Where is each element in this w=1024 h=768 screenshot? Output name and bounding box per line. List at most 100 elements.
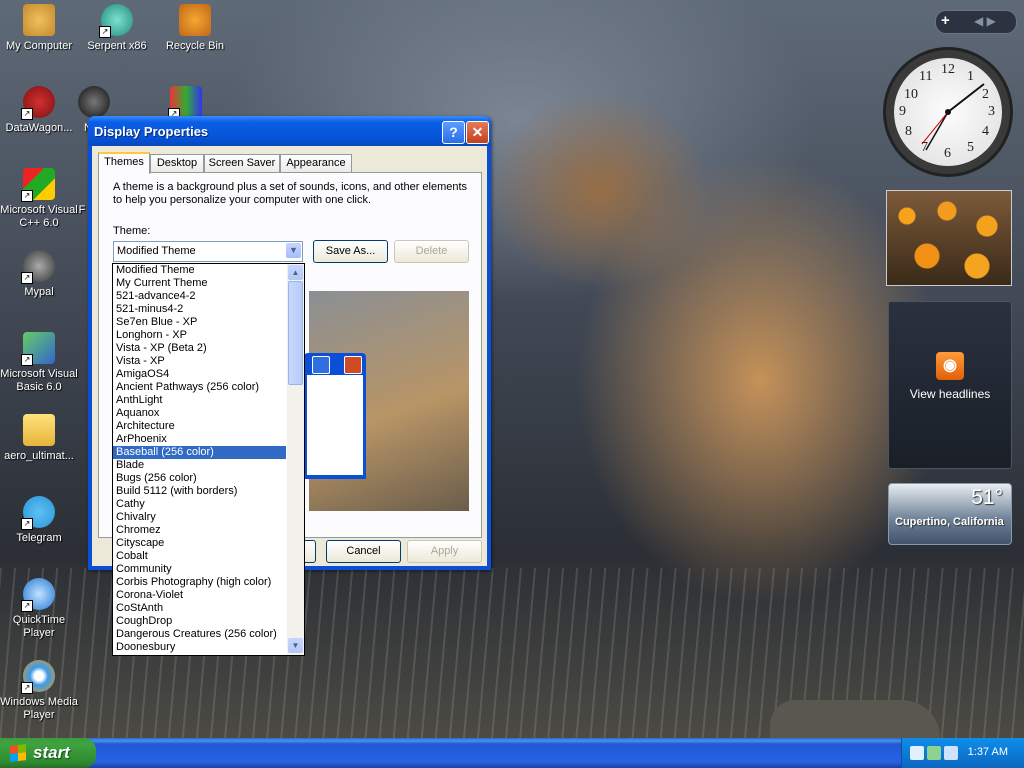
system-tray: 1:37 AM [901, 738, 1024, 768]
desktop-icon-label: Microsoft Visual Basic 6.0 [0, 368, 78, 393]
desktop-icon-mypal[interactable]: ↗ Mypal [0, 250, 78, 299]
apply-button[interactable]: Apply [407, 540, 482, 563]
desktop-icon-my-computer[interactable]: My Computer [0, 4, 78, 53]
serpent-icon: ↗ [99, 4, 133, 38]
pencils-icon: ↗ [168, 86, 202, 120]
close-icon [344, 356, 362, 374]
gadget-nav-icon[interactable]: ◀ ▶ [974, 14, 996, 28]
scroll-down-icon[interactable]: ▼ [288, 638, 303, 653]
desktop-icon-label: DataWagon... [5, 122, 73, 134]
list-item[interactable]: Bugs (256 color) [113, 472, 286, 485]
list-item[interactable]: Longhorn - XP [113, 329, 286, 342]
clock-hands [921, 83, 985, 151]
help-button[interactable]: ? [442, 121, 465, 144]
list-item[interactable]: 521-advance4-2 [113, 290, 286, 303]
title-bar[interactable]: Display Properties ? ✕ [88, 116, 491, 146]
window-title: Display Properties [94, 124, 209, 139]
desktop-icon-label: Mypal [24, 286, 54, 298]
list-item[interactable]: ArPhoenix [113, 433, 286, 446]
list-item[interactable]: Chromez [113, 524, 286, 537]
list-item-selected[interactable]: Baseball (256 color) [113, 446, 286, 459]
desktop-icon-label: Recycle Bin [165, 40, 225, 52]
sidebar-controls: + ◀ ▶ [935, 10, 1017, 34]
theme-label: Theme: [113, 225, 151, 237]
list-item[interactable]: Community [113, 563, 286, 576]
quicktime-icon: ↗ [21, 578, 55, 612]
tab-desktop[interactable]: Desktop [150, 154, 204, 172]
dropdown-scrollbar[interactable]: ▲ ▼ [287, 264, 304, 655]
desktop-icon-telegram[interactable]: ↗ Telegram [0, 496, 78, 545]
list-item[interactable]: Corbis Photography (high color) [113, 576, 286, 589]
tab-themes[interactable]: Themes [98, 152, 150, 174]
list-item[interactable]: AmigaOS4 [113, 368, 286, 381]
cancel-button[interactable]: Cancel [326, 540, 401, 563]
theme-select-value: Modified Theme [117, 245, 196, 257]
volume-icon[interactable] [944, 746, 958, 760]
scroll-up-icon[interactable]: ▲ [288, 265, 303, 280]
list-item[interactable]: Doonesbury [113, 641, 286, 654]
ball-icon [78, 86, 110, 118]
list-item[interactable]: Blade [113, 459, 286, 472]
list-item[interactable]: CoStAnth [113, 602, 286, 615]
tab-screen-saver[interactable]: Screen Saver [204, 154, 280, 172]
list-item[interactable]: Cobalt [113, 550, 286, 563]
desktop-icon-label: My Computer [5, 40, 73, 52]
desktop-icon-label: Windows Media Player [0, 696, 78, 721]
taskbar: start 1:37 AM [0, 738, 1024, 768]
list-item[interactable]: Se7en Blue - XP [113, 316, 286, 329]
delete-button[interactable]: Delete [394, 240, 469, 263]
list-item[interactable]: AnthLight [113, 394, 286, 407]
list-item[interactable]: Cathy [113, 498, 286, 511]
safely-remove-icon[interactable] [927, 746, 941, 760]
desktop-icon-datawagon[interactable]: ↗ DataWagon... [0, 86, 78, 135]
list-item[interactable]: Vista - XP [113, 355, 286, 368]
themes-description: A theme is a background plus a set of so… [113, 181, 468, 206]
close-button[interactable]: ✕ [466, 121, 489, 144]
help-icon: ? [449, 124, 458, 140]
tab-appearance[interactable]: Appearance [280, 154, 352, 172]
list-item[interactable]: Build 5112 (with borders) [113, 485, 286, 498]
list-item[interactable]: CoughDrop [113, 615, 286, 628]
desktop-icon-visual-cpp[interactable]: ↗ Microsoft Visual C++ 6.0 [0, 168, 78, 230]
maximize-icon [312, 356, 330, 374]
list-item[interactable]: Ancient Pathways (256 color) [113, 381, 286, 394]
list-item[interactable]: Corona-Violet [113, 589, 286, 602]
mypal-icon: ↗ [21, 250, 55, 284]
telegram-icon: ↗ [21, 496, 55, 530]
list-item[interactable]: 521-minus4-2 [113, 303, 286, 316]
desktop-icon-serpent[interactable]: ↗ Serpent x86 [78, 4, 156, 53]
feed-headlines-gadget[interactable]: ◉ View headlines [888, 301, 1012, 469]
visual-cpp-icon: ↗ [21, 168, 55, 202]
list-item[interactable]: Dangerous Creatures (256 color) [113, 628, 286, 641]
start-button[interactable]: start [0, 738, 96, 768]
clock-gadget[interactable]: 12 1 2 3 4 5 6 7 8 9 10 11 [886, 50, 1010, 174]
slideshow-gadget[interactable] [886, 190, 1012, 286]
desktop-icon-aero-ultimate[interactable]: aero_ultimat... [0, 414, 78, 463]
desktop-icon-quicktime[interactable]: ↗ QuickTime Player [0, 578, 78, 640]
my-computer-icon [23, 4, 55, 36]
view-headlines-link[interactable]: View headlines [889, 387, 1011, 401]
desktop-icon-visual-basic[interactable]: ↗ Microsoft Visual Basic 6.0 [0, 332, 78, 394]
list-item[interactable]: Architecture [113, 420, 286, 433]
clock-time[interactable]: 1:37 AM [968, 746, 1008, 758]
desktop-icon-label: aero_ultimat... [4, 450, 74, 462]
list-item[interactable]: Aquanox [113, 407, 286, 420]
preview-sample-window [304, 353, 366, 479]
scrollbar-thumb[interactable] [288, 281, 303, 385]
list-item[interactable]: Modified Theme [113, 264, 286, 277]
save-as-button[interactable]: Save As... [313, 240, 388, 263]
network-icon[interactable] [910, 746, 924, 760]
theme-dropdown-list[interactable]: Modified Theme My Current Theme 521-adva… [112, 263, 305, 656]
close-icon: ✕ [471, 124, 484, 140]
weather-gadget[interactable]: 51° Cupertino, California [888, 483, 1012, 545]
list-item[interactable]: Cityscape [113, 537, 286, 550]
theme-select[interactable]: Modified Theme ▼ [113, 241, 303, 262]
desktop-icon-recycle-bin[interactable]: Recycle Bin [156, 4, 234, 53]
add-gadget-icon[interactable]: + [941, 12, 950, 29]
desktop-icon-windows-media-player[interactable]: ↗ Windows Media Player [0, 660, 78, 722]
chevron-down-icon[interactable]: ▼ [286, 243, 301, 258]
list-item[interactable]: Chivalry [113, 511, 286, 524]
list-item[interactable]: Vista - XP (Beta 2) [113, 342, 286, 355]
clock-face: 12 1 2 3 4 5 6 7 8 9 10 11 [894, 58, 1002, 166]
list-item[interactable]: My Current Theme [113, 277, 286, 290]
